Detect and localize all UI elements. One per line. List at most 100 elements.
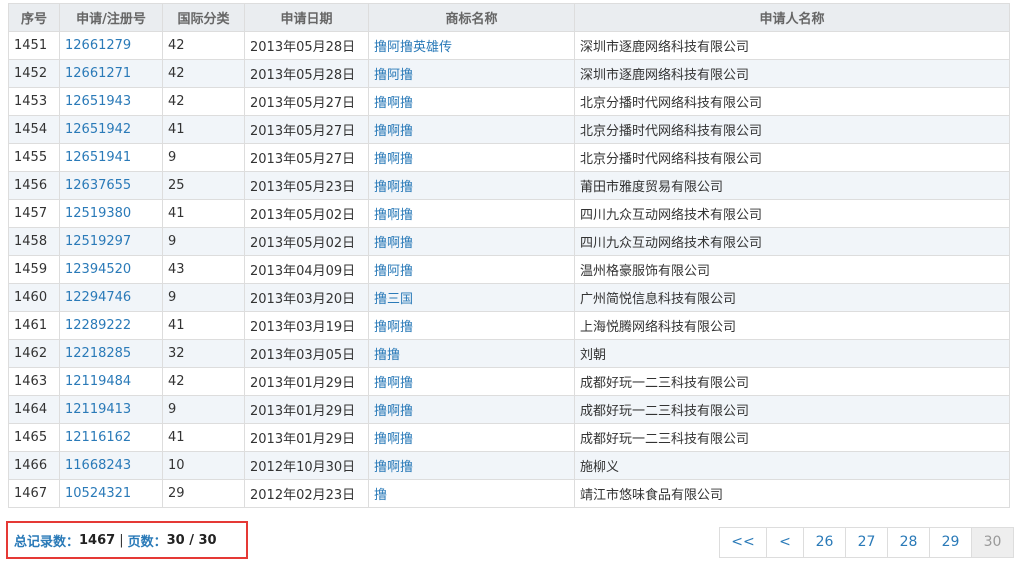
column-header-applicant: 申请人名称 (574, 3, 1010, 32)
seq-cell: 1456 (14, 178, 48, 193)
table-cell: 12661271 (59, 59, 163, 88)
reg-number-link[interactable]: 12637655 (65, 178, 131, 193)
table-cell: 12519297 (59, 227, 163, 256)
pagination-page-29[interactable]: 29 (929, 527, 972, 558)
table-cell: 撸阿撸英雄传 (368, 31, 575, 60)
date-cell: 2013年03月20日 (250, 292, 356, 307)
applicant-cell: 深圳市逐鹿网络科技有限公司 (580, 40, 750, 55)
pagination-page-27[interactable]: 27 (845, 527, 888, 558)
seq-cell: 1466 (14, 458, 48, 473)
reg-number-link[interactable]: 12661271 (65, 66, 131, 81)
table-cell: 撸啊撸 (368, 395, 575, 424)
class-cell: 9 (168, 150, 177, 165)
reg-number-link[interactable]: 12119484 (65, 374, 131, 389)
table-cell: 1464 (8, 395, 60, 424)
table-cell: 11668243 (59, 451, 163, 480)
trademark-name-link[interactable]: 撸啊撸 (374, 96, 413, 111)
table-cell: 42 (162, 31, 245, 60)
table-row: 1459 12394520 43 2013年04月09日 撸阿撸 温州格豪服饰有限公司 (8, 255, 1010, 284)
pagination-first-button[interactable]: << (719, 527, 767, 558)
seq-cell: 1458 (14, 234, 48, 249)
pagination-page-28[interactable]: 28 (887, 527, 930, 558)
reg-number-link[interactable]: 12289222 (65, 318, 131, 333)
reg-number-link[interactable]: 12394520 (65, 262, 131, 277)
pagination-page-26[interactable]: 26 (803, 527, 846, 558)
applicant-cell: 上海悦腾网络科技有限公司 (580, 320, 737, 335)
reg-number-link[interactable]: 12519380 (65, 206, 131, 221)
trademark-name-link[interactable]: 撸阿撸英雄传 (374, 40, 452, 55)
date-cell: 2013年05月27日 (250, 96, 356, 111)
reg-number-link[interactable]: 12661279 (65, 38, 131, 53)
table-cell: 29 (162, 479, 245, 508)
table-header-row: 序号 申请/注册号 国际分类 申请日期 商标名称 申请人名称 (8, 3, 1010, 32)
date-cell: 2013年05月02日 (250, 236, 356, 251)
class-cell: 9 (168, 402, 177, 417)
trademark-name-link[interactable]: 撸啊撸 (374, 320, 413, 335)
column-header-date: 申请日期 (244, 3, 369, 32)
table-cell: 25 (162, 171, 245, 200)
table-cell: 1455 (8, 143, 60, 172)
reg-number-link[interactable]: 12519297 (65, 234, 131, 249)
trademark-name-link[interactable]: 撸啊撸 (374, 404, 413, 419)
date-cell: 2012年10月30日 (250, 460, 356, 475)
pagination-prev-button[interactable]: < (766, 527, 804, 558)
table-cell: 撸阿撸 (368, 59, 575, 88)
seq-cell: 1453 (14, 94, 48, 109)
table-cell: 撸阿撸 (368, 255, 575, 284)
trademark-name-link[interactable]: 撸啊撸 (374, 152, 413, 167)
table-cell: 12651942 (59, 115, 163, 144)
reg-number-link[interactable]: 12116162 (65, 430, 131, 445)
table-row: 1467 10524321 29 2012年02月23日 撸 靖江市悠味食品有限公司 (8, 479, 1010, 508)
trademark-name-link[interactable]: 撸 (374, 488, 387, 503)
table-cell: 1467 (8, 479, 60, 508)
applicant-cell: 深圳市逐鹿网络科技有限公司 (580, 68, 750, 83)
trademark-name-link[interactable]: 撸啊撸 (374, 208, 413, 223)
table-row: 1458 12519297 9 2013年05月02日 撸啊撸 四川九众互动网络技术有限公… (8, 227, 1010, 256)
table-cell: 2013年01月29日 (244, 395, 369, 424)
table-cell: 2012年02月23日 (244, 479, 369, 508)
table-cell: 撸撸 (368, 339, 575, 368)
reg-number-link[interactable]: 12651942 (65, 122, 131, 137)
trademark-name-link[interactable]: 撸阿撸 (374, 68, 413, 83)
table-cell: 1462 (8, 339, 60, 368)
trademark-name-link[interactable]: 撸啊撸 (374, 432, 413, 447)
table-cell: 2013年05月28日 (244, 31, 369, 60)
table-cell: 2013年03月19日 (244, 311, 369, 340)
trademark-name-link[interactable]: 撸啊撸 (374, 124, 413, 139)
seq-cell: 1451 (14, 38, 48, 53)
reg-number-link[interactable]: 12651941 (65, 150, 131, 165)
table-body: 1451 12661279 42 2013年05月28日 撸阿撸英雄传 深圳市逐鹿网络科技… (8, 31, 1010, 508)
table-cell: 莆田市雅度贸易有限公司 (574, 171, 1010, 200)
seq-cell: 1459 (14, 262, 48, 277)
table-cell: 2013年04月09日 (244, 255, 369, 284)
table-cell: 1456 (8, 171, 60, 200)
trademark-name-link[interactable]: 撸啊撸 (374, 460, 413, 475)
date-cell: 2013年01月29日 (250, 376, 356, 391)
class-cell: 42 (168, 94, 185, 109)
table-row: 1463 12119484 42 2013年01月29日 撸啊撸 成都好玩一二三科技有限公… (8, 367, 1010, 396)
trademark-name-link[interactable]: 撸三国 (374, 292, 413, 307)
table-row: 1451 12661279 42 2013年05月28日 撸阿撸英雄传 深圳市逐鹿网络科技… (8, 31, 1010, 60)
column-header-trademark-name: 商标名称 (368, 3, 575, 32)
reg-number-link[interactable]: 10524321 (65, 486, 131, 501)
reg-number-link[interactable]: 12651943 (65, 94, 131, 109)
applicant-cell: 四川九众互动网络技术有限公司 (580, 208, 763, 223)
trademark-name-link[interactable]: 撸啊撸 (374, 180, 413, 195)
trademark-name-link[interactable]: 撸啊撸 (374, 236, 413, 251)
trademark-name-link[interactable]: 撸啊撸 (374, 376, 413, 391)
table-cell: 成都好玩一二三科技有限公司 (574, 367, 1010, 396)
seq-cell: 1460 (14, 290, 48, 305)
reg-number-link[interactable]: 12119413 (65, 402, 131, 417)
class-cell: 41 (168, 206, 185, 221)
reg-number-link[interactable]: 11668243 (65, 458, 131, 473)
trademark-name-link[interactable]: 撸撸 (374, 348, 400, 363)
table-cell: 撸啊撸 (368, 171, 575, 200)
date-cell: 2012年02月23日 (250, 488, 356, 503)
trademark-name-link[interactable]: 撸阿撸 (374, 264, 413, 279)
seq-cell: 1464 (14, 402, 48, 417)
reg-number-link[interactable]: 12218285 (65, 346, 131, 361)
table-cell: 12651943 (59, 87, 163, 116)
reg-number-link[interactable]: 12294746 (65, 290, 131, 305)
table-cell: 12637655 (59, 171, 163, 200)
table-cell: 9 (162, 395, 245, 424)
